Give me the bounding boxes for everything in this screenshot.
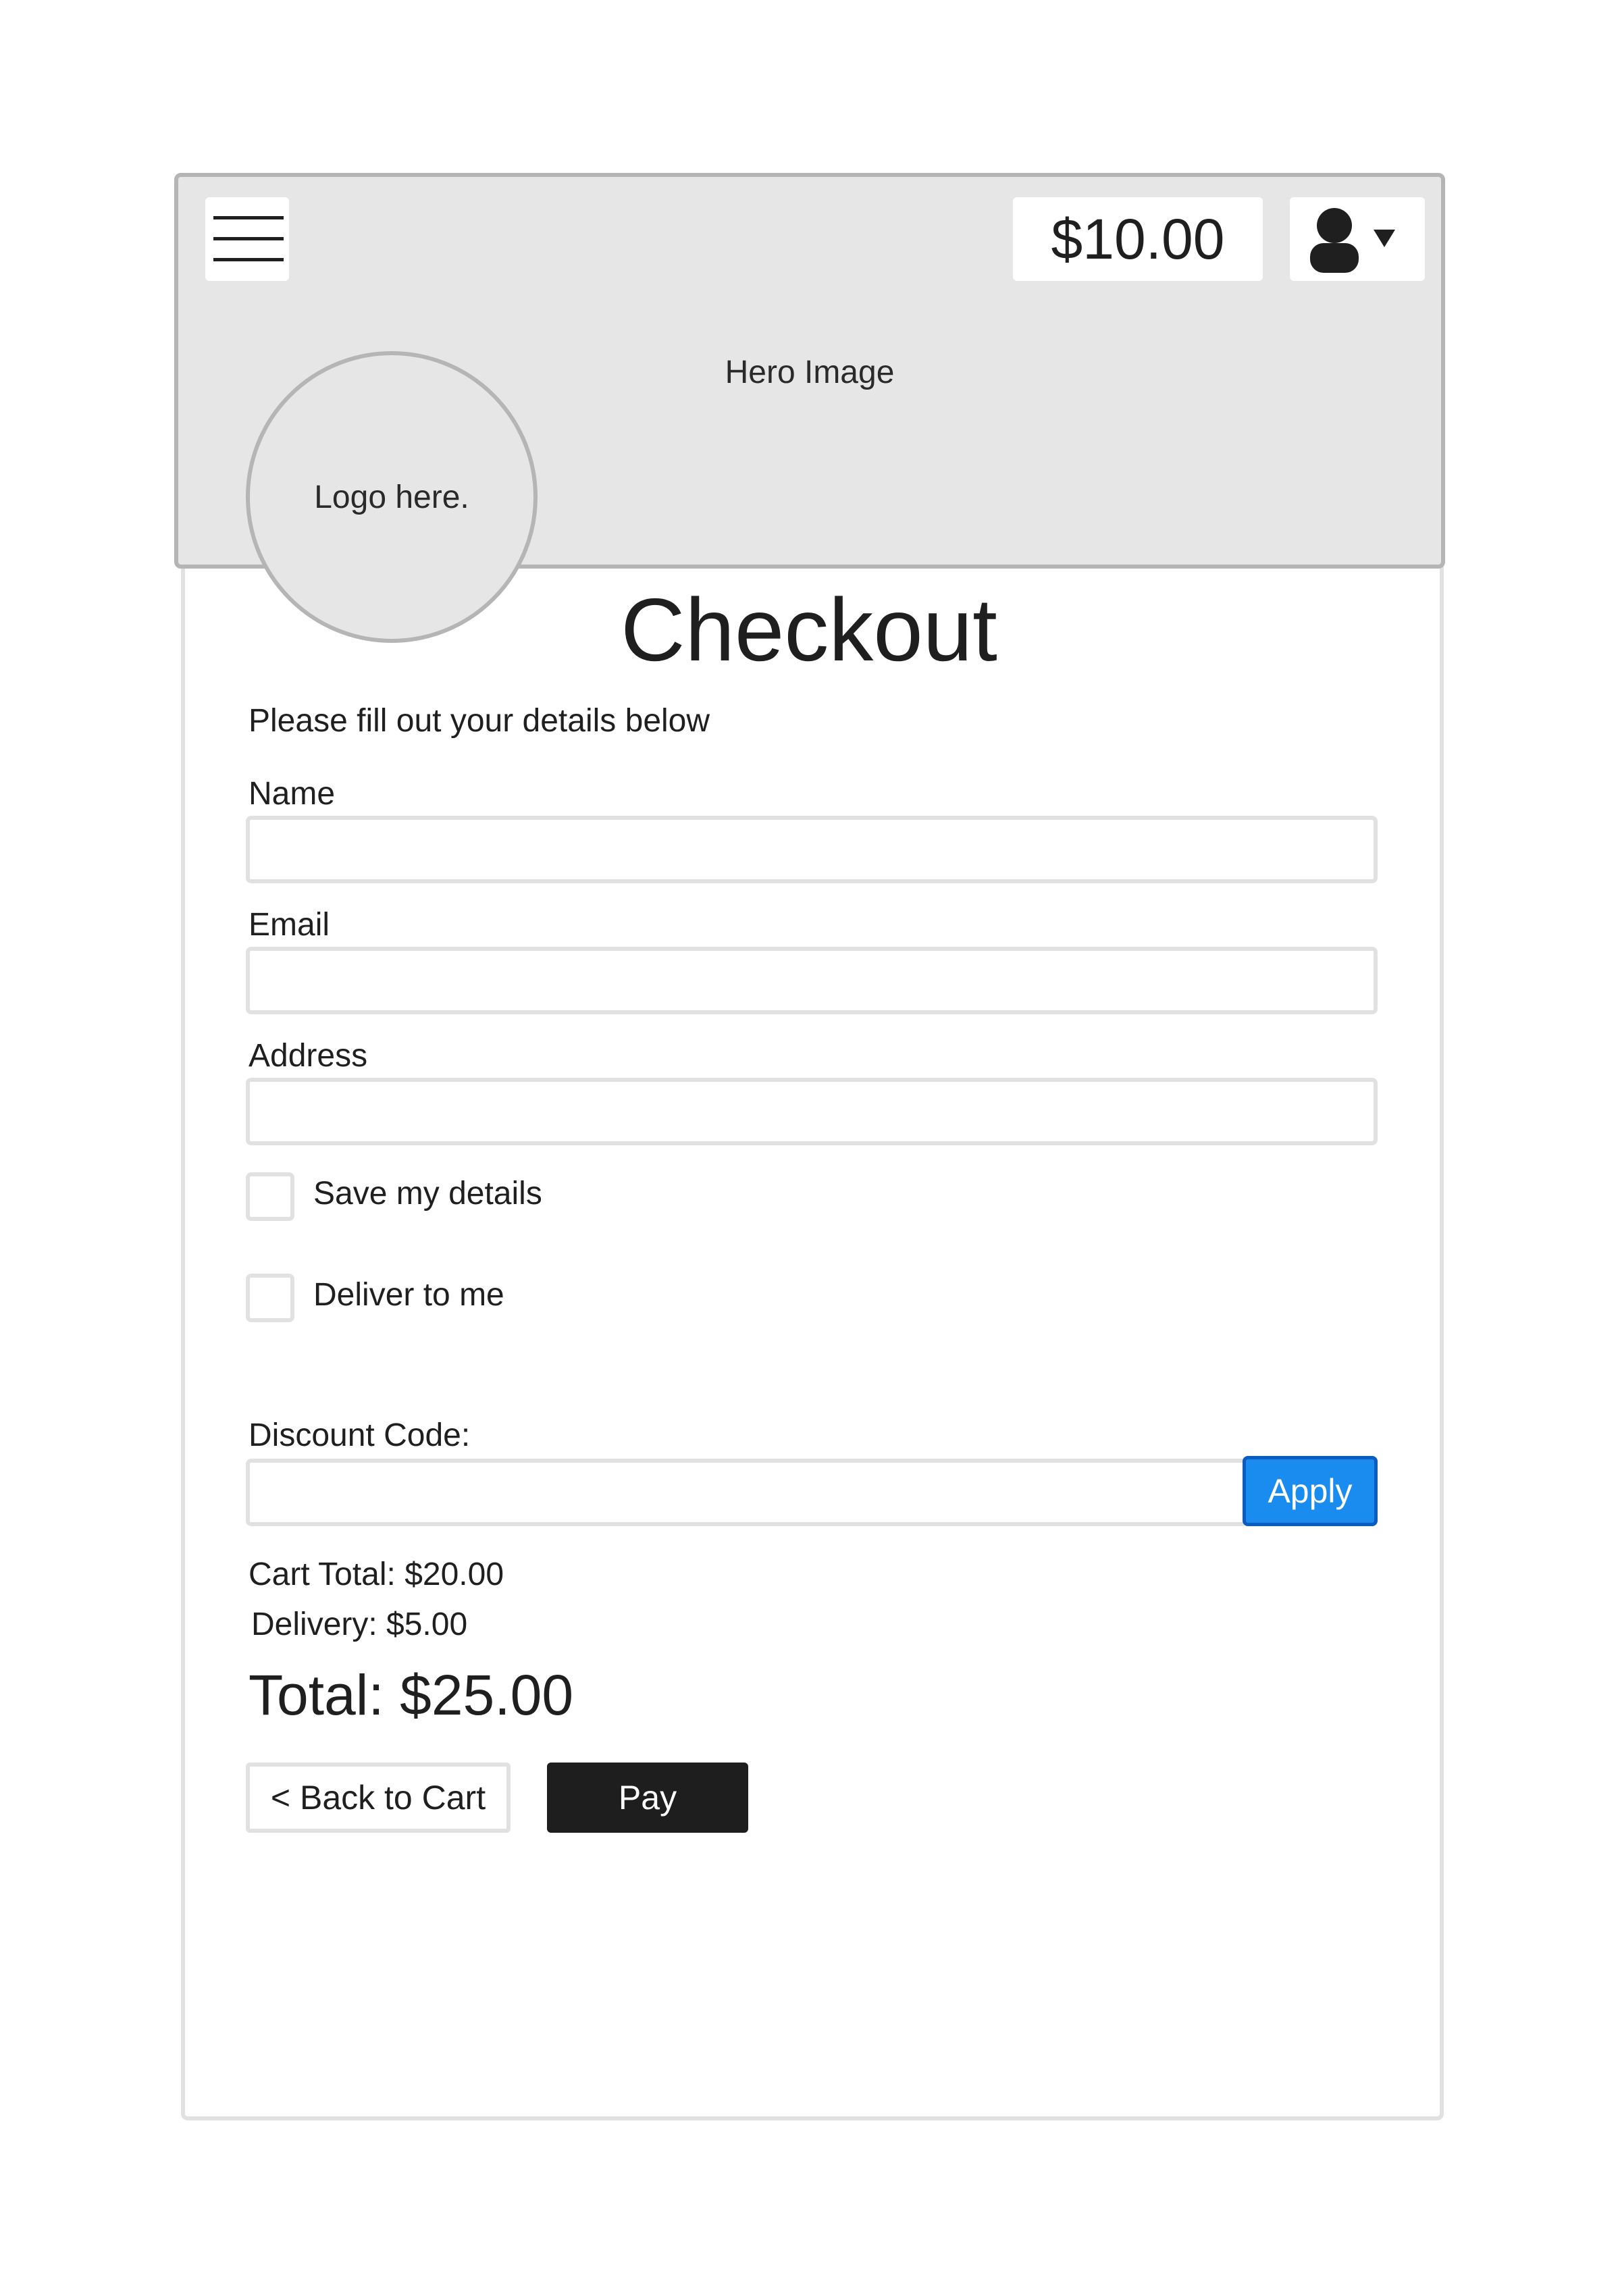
page-title: Checkout xyxy=(621,580,997,679)
user-menu-button[interactable] xyxy=(1290,197,1425,281)
deliver-to-me-checkbox[interactable] xyxy=(246,1274,294,1322)
apply-button[interactable]: Apply xyxy=(1243,1456,1378,1526)
back-to-cart-button[interactable]: < Back to Cart xyxy=(246,1763,511,1833)
caret-down-icon xyxy=(1374,230,1395,247)
order-total: Total: $25.00 xyxy=(249,1663,574,1727)
name-input[interactable] xyxy=(246,816,1378,883)
discount-code-label: Discount Code: xyxy=(249,1417,471,1453)
address-label: Address xyxy=(249,1038,368,1074)
cart-amount-button[interactable]: $10.00 xyxy=(1013,197,1263,281)
discount-code-input[interactable] xyxy=(246,1459,1248,1526)
save-details-label: Save my details xyxy=(313,1176,542,1211)
pay-button[interactable]: Pay xyxy=(547,1763,748,1833)
delivery-cost: Delivery: $5.00 xyxy=(251,1607,468,1642)
email-input[interactable] xyxy=(246,947,1378,1014)
address-input[interactable] xyxy=(246,1078,1378,1145)
deliver-to-me-label: Deliver to me xyxy=(313,1277,504,1313)
page-subtitle: Please fill out your details below xyxy=(249,703,710,739)
email-label: Email xyxy=(249,907,330,943)
menu-button[interactable] xyxy=(205,197,289,281)
logo-label: Logo here. xyxy=(314,479,469,515)
cart-total: Cart Total: $20.00 xyxy=(249,1557,504,1592)
save-details-checkbox[interactable] xyxy=(246,1172,294,1221)
user-icon xyxy=(1310,208,1359,273)
name-label: Name xyxy=(249,776,336,812)
